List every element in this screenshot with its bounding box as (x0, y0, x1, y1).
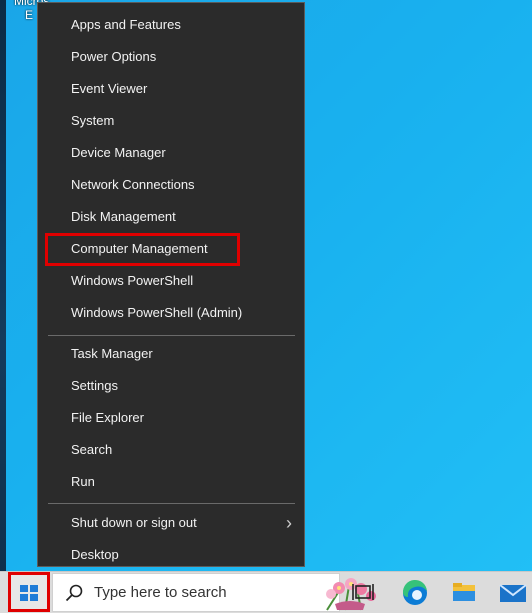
highlight-box-computer-management (45, 233, 240, 266)
menu-item-network-connections[interactable]: Network Connections (38, 169, 304, 201)
menu-item-search[interactable]: Search (38, 434, 304, 466)
menu-item-apps-and-features[interactable]: Apps and Features (38, 9, 304, 41)
windows-logo-icon (20, 585, 38, 601)
taskbar-search-box[interactable]: Type here to search (52, 573, 376, 612)
start-button[interactable] (8, 572, 50, 612)
menu-item-windows-powershell[interactable]: Windows PowerShell (38, 265, 304, 297)
menu-item-device-manager[interactable]: Device Manager (38, 137, 304, 169)
search-icon (65, 584, 83, 602)
chevron-right-icon: › (286, 513, 292, 533)
edge-icon[interactable] (394, 573, 436, 612)
menu-item-desktop[interactable]: Desktop (38, 539, 304, 571)
file-explorer-icon[interactable] (443, 573, 485, 612)
menu-item-shut-down-or-sign-out[interactable]: Shut down or sign out › (38, 507, 304, 539)
menu-separator (48, 335, 295, 336)
menu-separator (48, 503, 295, 504)
power-user-menu: Apps and Features Power Options Event Vi… (37, 2, 305, 567)
menu-item-event-viewer[interactable]: Event Viewer (38, 73, 304, 105)
menu-item-run[interactable]: Run (38, 466, 304, 498)
menu-item-system[interactable]: System (38, 105, 304, 137)
task-view-icon[interactable] (343, 573, 385, 612)
menu-item-task-manager[interactable]: Task Manager (38, 338, 304, 370)
search-placeholder: Type here to search (94, 584, 227, 601)
menu-item-label: Shut down or sign out (71, 515, 197, 530)
menu-item-file-explorer[interactable]: File Explorer (38, 402, 304, 434)
menu-item-disk-management[interactable]: Disk Management (38, 201, 304, 233)
menu-item-settings[interactable]: Settings (38, 370, 304, 402)
menu-item-power-options[interactable]: Power Options (38, 41, 304, 73)
menu-item-windows-powershell-admin[interactable]: Windows PowerShell (Admin) (38, 297, 304, 329)
desktop-edge (0, 0, 6, 571)
mail-icon[interactable] (492, 573, 532, 612)
